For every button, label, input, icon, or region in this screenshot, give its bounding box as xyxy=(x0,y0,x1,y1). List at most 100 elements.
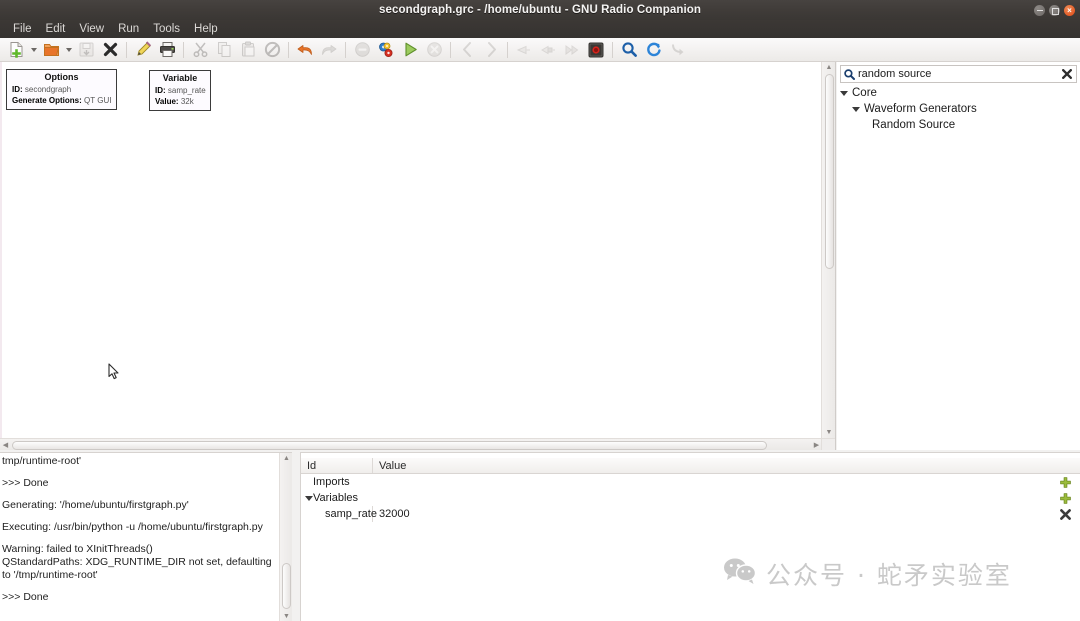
scroll-down-arrow-icon[interactable]: ▼ xyxy=(281,611,292,621)
options-block-title: Options xyxy=(44,72,79,82)
block-search-input[interactable]: random source xyxy=(857,68,1058,80)
flowgraph-canvas[interactable]: Options ID: secondgraph Generate Options… xyxy=(0,62,822,438)
toolbar-separator xyxy=(288,41,289,58)
title-bar: secondgraph.grc - /home/ubuntu - GNU Rad… xyxy=(0,0,1080,20)
console-line: Generating: '/home/ubuntu/firstgraph.py' xyxy=(2,499,189,511)
canvas-vscroll-thumb[interactable] xyxy=(824,74,834,269)
undo-arrow-icon[interactable] xyxy=(293,39,317,61)
console-line: tmp/runtime-root' xyxy=(2,455,82,467)
toolbar-separator xyxy=(507,41,508,58)
scroll-left-arrow-icon[interactable]: ◀ xyxy=(0,440,11,451)
gnuradio-companion-window: secondgraph.grc - /home/ubuntu - GNU Rad… xyxy=(0,0,1080,621)
row-value-imports xyxy=(373,474,1080,490)
clear-x-icon[interactable] xyxy=(1058,69,1076,79)
options-block-generate-key: Generate Options: xyxy=(12,96,82,105)
flag-plug-icon[interactable] xyxy=(536,39,560,61)
copy-icon[interactable] xyxy=(212,39,236,61)
menu-item-run[interactable]: Run xyxy=(111,22,146,36)
tree-node-core-label: Core xyxy=(852,87,877,99)
scroll-up-arrow-icon[interactable]: ▲ xyxy=(281,453,292,464)
add-icon xyxy=(1059,476,1071,488)
fast-forward-icon[interactable] xyxy=(560,39,584,61)
add-icon xyxy=(1059,492,1071,504)
no-entry-icon[interactable] xyxy=(260,39,284,61)
magnifier-icon[interactable] xyxy=(617,39,641,61)
scroll-down-arrow-icon[interactable]: ▼ xyxy=(824,427,835,438)
open-folder-dropdown-arrow[interactable] xyxy=(63,39,74,61)
scroll-up-arrow-icon[interactable]: ▲ xyxy=(824,62,835,73)
options-block-id-key: ID: xyxy=(12,85,23,94)
paste-icon[interactable] xyxy=(236,39,260,61)
reload-circular-icon[interactable] xyxy=(641,39,665,61)
tree-node-random-source-label: Random Source xyxy=(872,119,956,131)
maximize-button[interactable] xyxy=(1049,4,1060,16)
toolbar xyxy=(0,38,1080,62)
chevron-down-icon[interactable] xyxy=(852,106,860,112)
console-vertical-scrollbar[interactable]: ▲ ▼ xyxy=(279,453,292,621)
variable-block-row-id: ID: samp_rate xyxy=(155,85,206,96)
menu-item-view[interactable]: View xyxy=(72,22,111,36)
column-header-value[interactable]: Value xyxy=(373,458,1080,473)
remove-icon xyxy=(1059,508,1071,520)
toolbar-separator xyxy=(450,41,451,58)
save-icon[interactable] xyxy=(74,39,98,61)
printer-icon[interactable] xyxy=(155,39,179,61)
add-import-button[interactable] xyxy=(1050,474,1080,490)
menu-item-edit[interactable]: Edit xyxy=(39,22,73,36)
minus-circle-icon[interactable] xyxy=(350,39,374,61)
flag-left-icon[interactable] xyxy=(512,39,536,61)
chevron-right-icon[interactable] xyxy=(479,39,503,61)
tree-node-waveform-generators[interactable]: Waveform Generators xyxy=(840,101,1077,117)
scissors-icon[interactable] xyxy=(188,39,212,61)
console-output-panel[interactable]: tmp/runtime-root' >>> Done Generating: '… xyxy=(0,452,292,621)
record-square-icon[interactable] xyxy=(584,39,608,61)
new-file-dropdown-arrow[interactable] xyxy=(28,39,39,61)
play-triangle-icon[interactable] xyxy=(398,39,422,61)
close-button[interactable] xyxy=(1064,4,1075,16)
minimize-button[interactable] xyxy=(1034,4,1045,16)
open-folder-icon[interactable] xyxy=(39,39,63,61)
block-tree: Core Waveform Generators Random Source xyxy=(840,85,1077,133)
canvas-horizontal-scrollbar[interactable]: ◀ ▶ xyxy=(0,438,822,450)
row-value-variables xyxy=(373,490,1080,506)
variable-block-row-value: Value: 32k xyxy=(155,96,205,107)
window-title: secondgraph.grc - /home/ubuntu - GNU Rad… xyxy=(378,4,702,16)
remove-variable-button[interactable] xyxy=(1050,506,1080,522)
arrow-down-curve-icon[interactable] xyxy=(665,39,689,61)
chevron-left-icon[interactable] xyxy=(455,39,479,61)
tree-node-core[interactable]: Core xyxy=(840,85,1077,101)
new-file-icon[interactable] xyxy=(4,39,28,61)
variable-block-id-value: samp_rate xyxy=(167,86,206,95)
chevron-down-icon[interactable] xyxy=(305,496,313,501)
console-vscroll-thumb[interactable] xyxy=(282,563,291,609)
table-row[interactable]: Variables xyxy=(301,490,1080,506)
menu-item-file[interactable]: File xyxy=(6,22,39,36)
variable-block[interactable]: Variable ID: samp_rate Value: 32k xyxy=(149,70,211,111)
toolbar-separator xyxy=(126,41,127,58)
gears-generate-icon[interactable] xyxy=(374,39,398,61)
tree-node-random-source[interactable]: Random Source xyxy=(840,117,1077,133)
console-line: >>> Done xyxy=(2,591,49,603)
variables-table-header: Id Value xyxy=(301,458,1080,474)
options-block[interactable]: Options ID: secondgraph Generate Options… xyxy=(6,69,117,110)
add-variable-button[interactable] xyxy=(1050,490,1080,506)
row-id-imports: Imports xyxy=(313,476,350,488)
table-row[interactable]: Imports xyxy=(301,474,1080,490)
canvas-vertical-scrollbar[interactable]: ▲ ▼ xyxy=(821,62,835,438)
flowgraph-canvas-area: Options ID: secondgraph Generate Options… xyxy=(0,62,836,450)
pencil-icon[interactable] xyxy=(131,39,155,61)
row-value-samp-rate: 32000 xyxy=(379,508,410,520)
menu-item-tools[interactable]: Tools xyxy=(146,22,187,36)
column-header-id[interactable]: Id xyxy=(301,458,373,473)
variables-action-column xyxy=(1050,474,1080,522)
block-search-box[interactable]: random source xyxy=(840,65,1077,83)
chevron-down-icon[interactable] xyxy=(840,90,848,96)
table-row[interactable]: samp_rate 32000 xyxy=(301,506,1080,522)
stop-circle-icon[interactable] xyxy=(422,39,446,61)
variable-block-value-key: Value: xyxy=(155,97,179,106)
toolbar-separator xyxy=(612,41,613,58)
menu-item-help[interactable]: Help xyxy=(187,22,225,36)
redo-arrow-icon[interactable] xyxy=(317,39,341,61)
close-x-icon[interactable] xyxy=(98,39,122,61)
canvas-hscroll-thumb[interactable] xyxy=(12,440,767,450)
